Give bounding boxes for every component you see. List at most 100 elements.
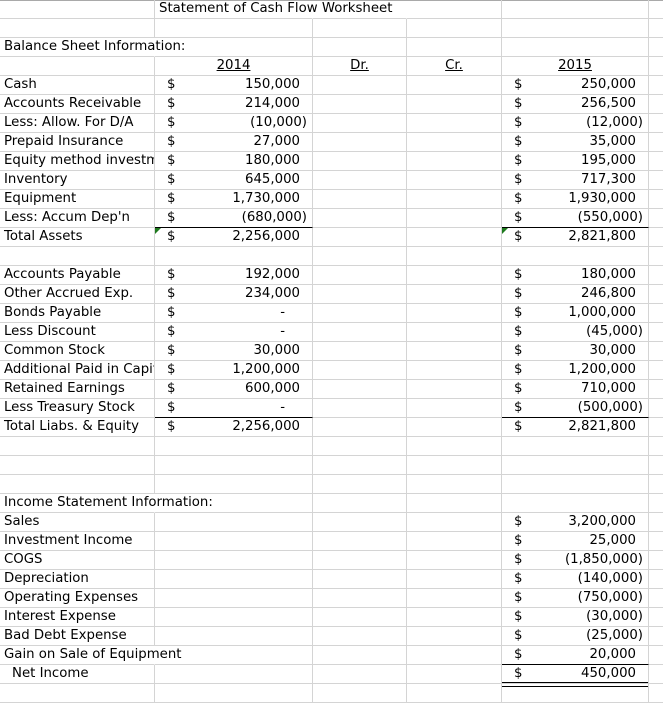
- cell-d[interactable]: [407, 570, 502, 589]
- amount-2015-cell[interactable]: $ (500,000): [502, 399, 649, 418]
- cell-c[interactable]: [313, 19, 407, 38]
- cell-a[interactable]: [0, 19, 155, 38]
- amount-2014-cell[interactable]: $150,000: [155, 76, 313, 95]
- amount-2014-cell[interactable]: $2,256,000: [155, 418, 313, 437]
- cell-b[interactable]: [155, 570, 313, 589]
- amount-2015-cell[interactable]: $35,000: [502, 133, 649, 152]
- cell-f[interactable]: [649, 646, 663, 665]
- row-label-cell[interactable]: Common Stock: [0, 342, 155, 361]
- credit-cell[interactable]: [407, 342, 502, 361]
- debit-cell[interactable]: [313, 95, 407, 114]
- cell-d[interactable]: [407, 532, 502, 551]
- cell-f[interactable]: [649, 19, 663, 38]
- cell-f[interactable]: [649, 361, 663, 380]
- cell-f[interactable]: [649, 95, 663, 114]
- debit-cell[interactable]: [313, 152, 407, 171]
- cell-f[interactable]: [649, 247, 663, 266]
- cell-c[interactable]: [313, 494, 407, 513]
- row-label-cell[interactable]: Total Liabs. & Equity: [0, 418, 155, 437]
- debit-cell[interactable]: [313, 228, 407, 247]
- cell-f[interactable]: [649, 380, 663, 399]
- income-amount-cell[interactable]: $ (750,000): [502, 589, 649, 608]
- row-label-cell[interactable]: Additional Paid in Capital: [0, 361, 155, 380]
- cell-b[interactable]: [155, 608, 313, 627]
- income-amount-cell[interactable]: $450,000: [502, 665, 649, 687]
- cell-a[interactable]: [0, 57, 155, 76]
- row-label-cell[interactable]: Less: Allow. For D/A: [0, 114, 155, 133]
- credit-cell[interactable]: [407, 323, 502, 342]
- cell-f[interactable]: [649, 627, 663, 646]
- row-label-cell[interactable]: Accounts Payable: [0, 266, 155, 285]
- cell-f[interactable]: [649, 38, 663, 57]
- row-label-cell[interactable]: Less: Accum Dep'n: [0, 209, 155, 228]
- row-label-cell[interactable]: COGS: [0, 551, 155, 570]
- amount-2015-cell[interactable]: $ (550,000): [502, 209, 649, 228]
- cell-d[interactable]: [407, 19, 502, 38]
- cell-f[interactable]: [649, 551, 663, 570]
- header-2014-cell[interactable]: 2014: [155, 57, 313, 76]
- title-cell[interactable]: Statement of Cash Flow Worksheet: [155, 0, 392, 19]
- cell-f[interactable]: [649, 133, 663, 152]
- cell-c[interactable]: [313, 589, 407, 608]
- cell-f[interactable]: [649, 342, 663, 361]
- debit-cell[interactable]: [313, 304, 407, 323]
- amount-2015-cell[interactable]: $30,000: [502, 342, 649, 361]
- section-heading-cell[interactable]: Balance Sheet Information:: [0, 38, 185, 57]
- cell-d[interactable]: [407, 38, 502, 57]
- cell-b[interactable]: [155, 437, 313, 456]
- cell-b[interactable]: [155, 456, 313, 475]
- cell-c[interactable]: [313, 551, 407, 570]
- row-label-cell[interactable]: Operating Expenses: [0, 589, 155, 608]
- debit-cell[interactable]: [313, 133, 407, 152]
- row-label-cell[interactable]: Other Accrued Exp.: [0, 285, 155, 304]
- credit-cell[interactable]: [407, 95, 502, 114]
- income-amount-cell[interactable]: $ (30,000): [502, 608, 649, 627]
- credit-cell[interactable]: [407, 285, 502, 304]
- row-label-cell[interactable]: Interest Expense: [0, 608, 155, 627]
- amount-2014-cell[interactable]: $214,000: [155, 95, 313, 114]
- amount-2015-cell[interactable]: $ (12,000): [502, 114, 649, 133]
- cell-c[interactable]: [313, 532, 407, 551]
- credit-cell[interactable]: [407, 418, 502, 437]
- cell-c[interactable]: [313, 627, 407, 646]
- row-label-cell[interactable]: Bonds Payable: [0, 304, 155, 323]
- amount-2015-cell[interactable]: $1,000,000: [502, 304, 649, 323]
- header-2015-cell[interactable]: 2015: [502, 57, 649, 76]
- cell-b[interactable]: [155, 665, 313, 684]
- amount-2014-cell[interactable]: $ (680,000): [155, 209, 313, 228]
- cell-c[interactable]: [313, 456, 407, 475]
- amount-2014-cell[interactable]: $645,000: [155, 171, 313, 190]
- cell-a[interactable]: [0, 475, 155, 494]
- cell-c[interactable]: [313, 437, 407, 456]
- debit-cell[interactable]: [313, 418, 407, 437]
- cell-f[interactable]: [649, 532, 663, 551]
- income-amount-cell[interactable]: $ (1,850,000): [502, 551, 649, 570]
- cell-f[interactable]: [649, 304, 663, 323]
- amount-2015-cell[interactable]: $246,800: [502, 285, 649, 304]
- cell-d[interactable]: [407, 646, 502, 665]
- amount-2014-cell[interactable]: $192,000: [155, 266, 313, 285]
- cell-f[interactable]: [649, 114, 663, 133]
- cell-c[interactable]: [313, 665, 407, 684]
- credit-cell[interactable]: [407, 266, 502, 285]
- cell-d[interactable]: [407, 551, 502, 570]
- amount-2014-cell[interactable]: $ -: [155, 399, 313, 418]
- credit-cell[interactable]: [407, 380, 502, 399]
- amount-2015-cell[interactable]: $717,300: [502, 171, 649, 190]
- amount-2015-cell[interactable]: $256,500: [502, 95, 649, 114]
- credit-cell[interactable]: [407, 190, 502, 209]
- cell-e[interactable]: [502, 247, 649, 266]
- cell-f[interactable]: [649, 399, 663, 418]
- cell-f[interactable]: [649, 456, 663, 475]
- cell-c[interactable]: [313, 247, 407, 266]
- cell-f[interactable]: [649, 589, 663, 608]
- row-label-cell[interactable]: Equipment: [0, 190, 155, 209]
- cell-b[interactable]: [155, 627, 313, 646]
- amount-2014-cell[interactable]: $ -: [155, 323, 313, 342]
- cell-d[interactable]: [407, 437, 502, 456]
- amount-2014-cell[interactable]: $ (10,000): [155, 114, 313, 133]
- cell-d[interactable]: [407, 589, 502, 608]
- row-label-cell[interactable]: Total Assets: [0, 228, 155, 247]
- cell-e[interactable]: [502, 475, 649, 494]
- cell-f[interactable]: [649, 152, 663, 171]
